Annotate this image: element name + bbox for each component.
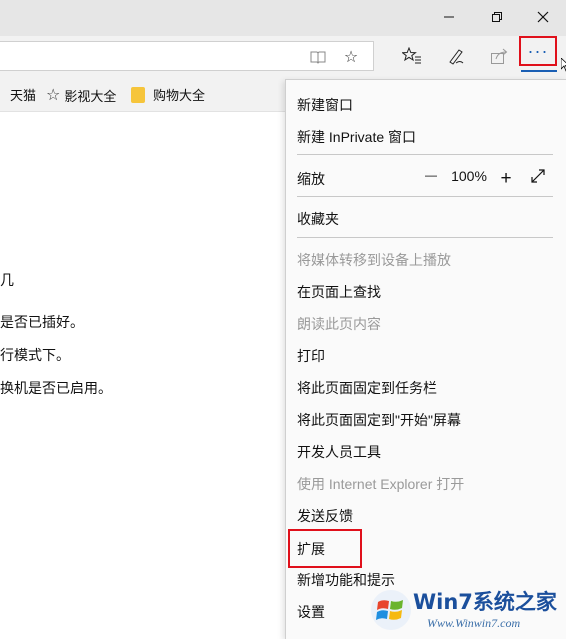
watermark-url: Www.Winwin7.com — [427, 616, 521, 630]
zoom-level-value: 100% — [451, 168, 487, 184]
favorite-label: 购物大全 — [153, 88, 206, 103]
menu-item-favorites[interactable]: 收藏夹 — [297, 209, 339, 229]
zoom-in-icon: + — [500, 168, 512, 189]
title-bar — [0, 0, 566, 36]
minimize-icon — [443, 10, 455, 27]
toolbar: ☆ — [0, 36, 566, 76]
zoom-in-button[interactable]: + — [495, 168, 517, 190]
favorite-label: 影视大全 — [64, 88, 117, 104]
web-note-pen-icon[interactable] — [444, 44, 468, 68]
zoom-out-button[interactable]: — — [420, 168, 442, 182]
menu-item-find-on-page[interactable]: 在页面上查找 — [297, 282, 381, 302]
menu-divider — [297, 237, 553, 238]
favorite-gouwu-folder[interactable]: 购物大全 — [131, 85, 205, 104]
reading-view-icon[interactable] — [309, 48, 327, 66]
menu-item-cast-media: 将媒体转移到设备上播放 — [297, 252, 451, 268]
fullscreen-icon — [530, 168, 546, 188]
zoom-out-icon: — — [425, 168, 437, 182]
watermark: Win7系统之家 Www.Winwin7.com — [365, 582, 566, 639]
favorite-yingshi[interactable]: ☆ 影视大全 — [46, 85, 116, 105]
page-text-line: 几 — [0, 272, 14, 288]
favorite-tianmao[interactable]: 天猫 — [10, 85, 36, 104]
menu-item-new-window[interactable]: 新建窗口 — [297, 95, 353, 115]
menu-item-open-with-ie: 使用 Internet Explorer 打开 — [297, 476, 465, 492]
menu-item-read-aloud: 朗读此页内容 — [297, 316, 381, 332]
extensions-highlight-box — [288, 529, 362, 568]
favorites-list-icon[interactable] — [400, 44, 424, 68]
restore-button[interactable] — [474, 0, 520, 36]
menu-divider — [297, 196, 553, 197]
minimize-button[interactable] — [426, 0, 472, 36]
menu-item-send-feedback[interactable]: 发送反馈 — [297, 506, 353, 526]
more-actions-button[interactable]: ··· — [519, 36, 557, 66]
favorite-label: 天猫 — [10, 88, 37, 103]
menu-item-print[interactable]: 打印 — [297, 346, 325, 366]
menu-item-zoom: 缩放 — [297, 171, 325, 187]
menu-item-developer-tools[interactable]: 开发人员工具 — [297, 442, 381, 462]
share-icon[interactable] — [487, 44, 511, 68]
close-button[interactable] — [520, 0, 566, 36]
menu-divider — [297, 154, 553, 155]
star-icon: ☆ — [46, 87, 61, 104]
mouse-cursor-icon — [560, 57, 566, 75]
more-icon: ··· — [527, 40, 549, 61]
fullscreen-button[interactable] — [527, 168, 549, 188]
menu-item-settings[interactable]: 设置 — [297, 602, 325, 622]
page-text-line: 是否已插好。 — [0, 314, 84, 330]
address-bar[interactable]: ☆ — [0, 41, 374, 71]
watermark-logo-text: Win7系统之家 — [413, 590, 557, 614]
restore-icon — [491, 10, 503, 27]
menu-item-new-inprivate-window[interactable]: 新建 InPrivate 窗口 — [297, 127, 416, 147]
menu-item-pin-to-start[interactable]: 将此页面固定到"开始"屏幕 — [297, 410, 461, 430]
page-text-line: 行模式下。 — [0, 347, 70, 363]
close-icon — [537, 10, 549, 27]
page-text-line: 换机是否已启用。 — [0, 380, 112, 396]
folder-icon — [131, 86, 145, 103]
more-active-indicator — [521, 70, 557, 72]
windows-logo-icon — [369, 588, 413, 637]
menu-item-pin-to-taskbar[interactable]: 将此页面固定到任务栏 — [297, 378, 437, 398]
star-icon[interactable]: ☆ — [342, 48, 360, 66]
